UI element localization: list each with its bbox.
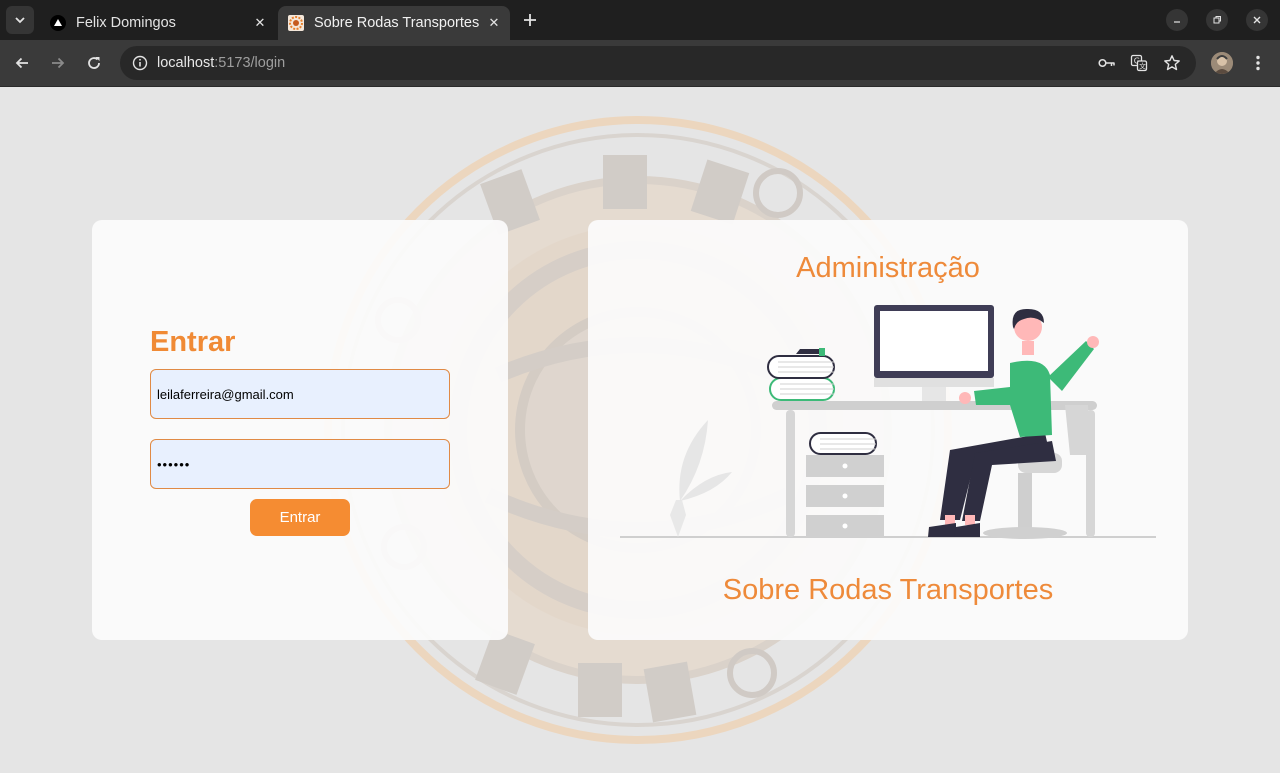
url-text: localhost:5173/login [157,55,285,71]
desk-work-illustration [620,305,1156,539]
tab-list-button[interactable] [6,6,34,34]
avatar-image [1211,52,1233,74]
browser-menu-button[interactable] [1246,51,1270,75]
plus-icon [524,14,536,26]
back-arrow-icon [15,57,28,69]
admin-title: Administração [796,252,980,284]
address-bar[interactable]: localhost:5173/login G文 [120,46,1196,80]
close-icon[interactable]: ✕ [484,13,504,33]
triangle-logo-icon [50,15,66,31]
forward-arrow-icon [52,57,65,69]
key-icon [1098,58,1115,68]
tab-title: Sobre Rodas Transportes [314,15,480,31]
password-manager-button[interactable] [1096,52,1118,74]
url-path: :5173/login [214,55,286,71]
reload-button[interactable] [81,50,107,76]
login-card: Entrar leilaferreira@gmail.com •••••• En… [92,220,508,640]
page-viewport: Entrar leilaferreira@gmail.com •••••• En… [0,87,1280,773]
reload-icon [88,57,100,69]
new-tab-button[interactable] [518,8,542,32]
close-icon[interactable]: ✕ [250,13,270,33]
tab-felix-domingos[interactable]: Felix Domingos ✕ [40,6,276,40]
tab-list-icon [15,17,25,24]
email-field[interactable]: leilaferreira@gmail.com [150,369,450,419]
svg-text:文: 文 [1139,62,1146,71]
back-button[interactable] [9,50,35,76]
browser-toolbar: localhost:5173/login G文 [0,40,1280,87]
login-title: Entrar [150,326,236,358]
star-icon [1164,55,1180,71]
site-info-icon [132,55,148,71]
tab-sobre-rodas[interactable]: Sobre Rodas Transportes ✕ [278,6,510,40]
translate-button[interactable]: G文 [1128,52,1150,74]
window-close-icon [1253,16,1261,24]
site-info-button[interactable] [128,51,152,75]
forward-button[interactable] [45,50,71,76]
window-close-button[interactable] [1246,9,1268,31]
avatar[interactable] [1211,52,1233,74]
restore-icon [1213,16,1221,24]
kebab-menu-icon [1256,55,1260,71]
login-submit-button[interactable]: Entrar [250,499,350,536]
bookmark-button[interactable] [1161,52,1183,74]
translate-icon: G文 [1130,54,1148,72]
orange-gear-logo-icon [288,15,304,31]
minimize-button[interactable] [1166,9,1188,31]
minimize-icon [1174,21,1180,23]
tab-title: Felix Domingos [76,15,176,31]
password-field[interactable]: •••••• [150,439,450,489]
url-host: localhost [157,55,215,71]
browser-tabstrip: Felix Domingos ✕ Sobre Rodas Transportes… [0,0,1280,40]
company-name: Sobre Rodas Transportes [722,574,1054,606]
admin-panel-card: Administração Sobre Rodas Transportes [588,220,1188,640]
restore-button[interactable] [1206,9,1228,31]
